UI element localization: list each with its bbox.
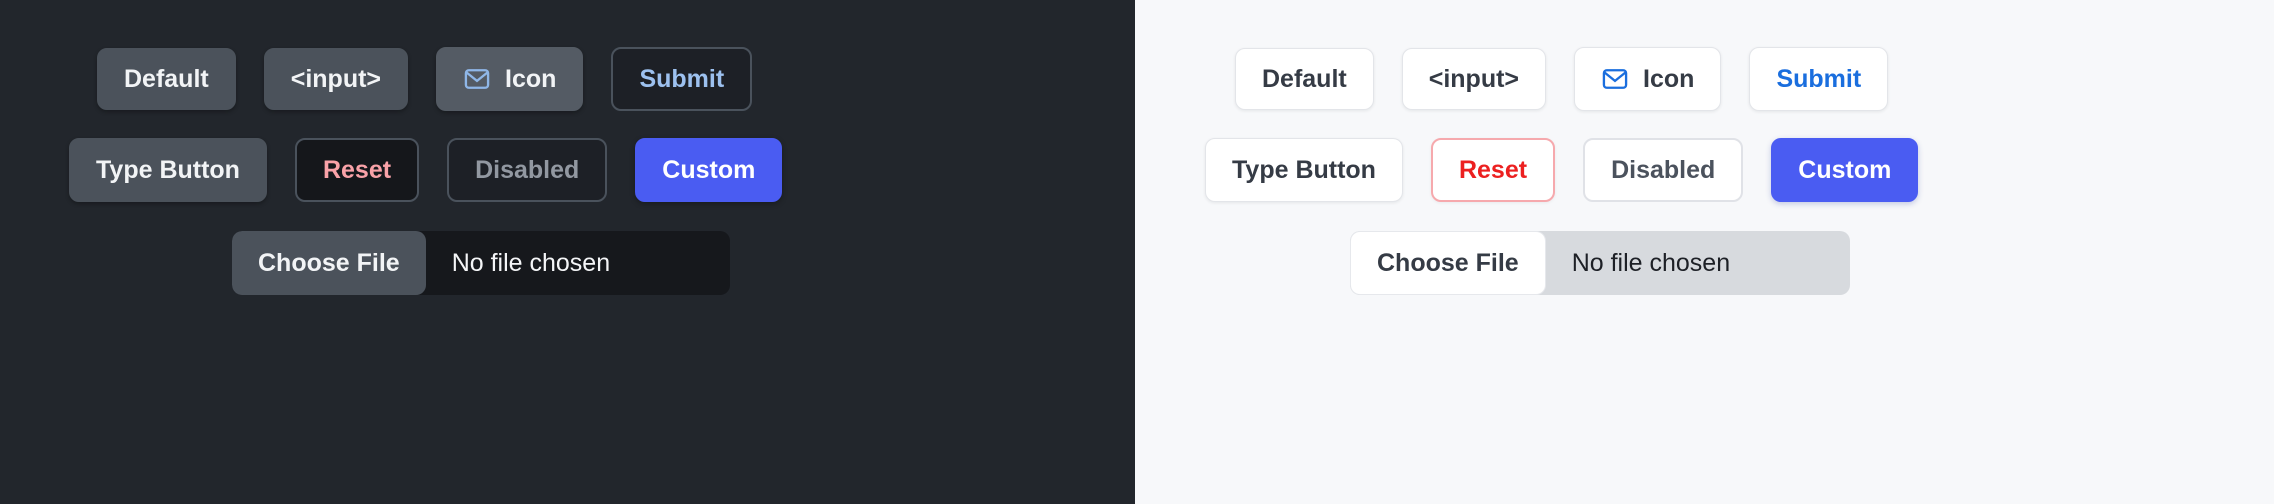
light-theme-panel: Default <input> Icon Submit Type Button … — [1135, 0, 2274, 504]
file-status-text-light: No file chosen — [1546, 231, 1850, 295]
light-button-row-2: Type Button Reset Disabled Custom — [1135, 138, 2274, 202]
dark-button-row-1: Default <input> Icon Submit — [0, 47, 1135, 111]
icon-button[interactable]: Icon — [436, 47, 584, 111]
type-button-label: Type Button — [96, 155, 240, 184]
light-file-row: Choose File No file chosen — [1135, 231, 2274, 295]
submit-button-label: Submit — [639, 64, 725, 93]
custom-button-light[interactable]: Custom — [1771, 138, 1919, 202]
file-input[interactable]: Choose File No file chosen — [232, 231, 730, 295]
file-status-label: No file chosen — [451, 248, 611, 277]
disabled-button-light: Disabled — [1583, 138, 1744, 202]
choose-file-light-label: Choose File — [1377, 248, 1519, 277]
submit-button-light[interactable]: Submit — [1749, 47, 1889, 111]
choose-file-button-light[interactable]: Choose File — [1350, 231, 1546, 295]
reset-button-light[interactable]: Reset — [1430, 138, 1556, 202]
default-button[interactable]: Default — [97, 48, 236, 110]
default-button-light[interactable]: Default — [1235, 48, 1374, 110]
file-status-text: No file chosen — [426, 231, 730, 295]
dark-button-row-2: Type Button Reset Disabled Custom — [0, 138, 1135, 202]
type-button[interactable]: Type Button — [69, 138, 267, 202]
reset-button[interactable]: Reset — [294, 138, 420, 202]
input-button-light[interactable]: <input> — [1401, 48, 1547, 110]
file-input-light[interactable]: Choose File No file chosen — [1350, 231, 1850, 295]
icon-button-label: Icon — [505, 64, 557, 93]
type-button-light[interactable]: Type Button — [1205, 138, 1403, 202]
disabled-button-light-label: Disabled — [1611, 155, 1716, 184]
dark-theme-panel: Default <input> Icon Submit Type Button … — [0, 0, 1135, 504]
button-showcase-stage: Default <input> Icon Submit Type Button … — [0, 0, 2274, 504]
envelope-icon — [463, 65, 491, 93]
light-button-row-1: Default <input> Icon Submit — [1135, 47, 2274, 111]
default-button-label: Default — [124, 64, 209, 93]
icon-button-light-label: Icon — [1643, 64, 1695, 93]
custom-button[interactable]: Custom — [635, 138, 783, 202]
input-button[interactable]: <input> — [263, 48, 409, 110]
input-button-light-label: <input> — [1428, 64, 1520, 93]
default-button-light-label: Default — [1262, 64, 1347, 93]
custom-button-label: Custom — [662, 155, 756, 184]
file-status-light-label: No file chosen — [1571, 248, 1731, 277]
icon-button-light[interactable]: Icon — [1574, 47, 1722, 111]
dark-file-row: Choose File No file chosen — [0, 231, 1135, 295]
reset-button-label: Reset — [322, 155, 392, 184]
submit-button-light-label: Submit — [1776, 64, 1862, 93]
choose-file-label: Choose File — [258, 248, 400, 277]
reset-button-light-label: Reset — [1458, 155, 1528, 184]
submit-button[interactable]: Submit — [611, 47, 753, 111]
input-button-label: <input> — [290, 64, 382, 93]
type-button-light-label: Type Button — [1232, 155, 1376, 184]
envelope-icon — [1601, 65, 1629, 93]
disabled-button: Disabled — [447, 138, 608, 202]
disabled-button-label: Disabled — [475, 155, 580, 184]
custom-button-light-label: Custom — [1798, 155, 1892, 184]
choose-file-button[interactable]: Choose File — [232, 231, 426, 295]
